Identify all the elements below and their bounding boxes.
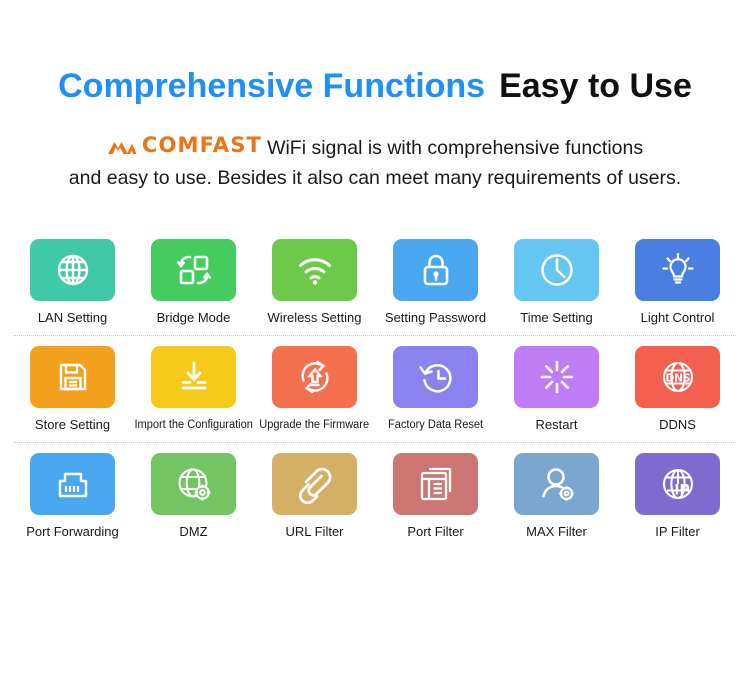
feature-label: Setting Password xyxy=(384,310,487,325)
feature-tile[interactable] xyxy=(151,453,236,515)
feature-grid: LAN Setting Bridge Mode Wireless Setting… xyxy=(0,239,750,549)
feature-label: MAX Filter xyxy=(526,524,587,539)
lightbulb-icon xyxy=(658,250,698,290)
feature-label: Factory Data Reset xyxy=(387,419,484,431)
ip-globe-icon: IP xyxy=(658,464,698,504)
feature-tile[interactable] xyxy=(272,453,357,515)
feature-item-url-filter[interactable]: URL Filter xyxy=(256,453,373,540)
feature-row-3: Port Forwarding DMZ URL Filter Port Filt… xyxy=(14,453,736,549)
upgrade-refresh-icon xyxy=(295,357,335,397)
feature-item-port-filter[interactable]: Port Filter xyxy=(377,453,494,540)
feature-tile[interactable] xyxy=(30,239,115,301)
feature-row-1: LAN Setting Bridge Mode Wireless Setting… xyxy=(14,239,736,336)
feature-row-2: Store Setting Import the Configuration U… xyxy=(14,346,736,443)
feature-item-restart[interactable]: Restart xyxy=(498,346,615,433)
feature-label: Upgrade the Firmware xyxy=(259,419,370,431)
feature-item-dmz[interactable]: DMZ xyxy=(135,453,252,540)
feature-label: Store Setting xyxy=(34,417,111,432)
feature-tile[interactable] xyxy=(393,453,478,515)
spinner-restart-icon xyxy=(537,357,577,397)
feature-item-time-setting[interactable]: Time Setting xyxy=(498,239,615,326)
feature-label: Port Forwarding xyxy=(26,524,119,539)
document-list-icon xyxy=(416,464,456,504)
feature-item-wireless-setting[interactable]: Wireless Setting xyxy=(256,239,373,326)
ethernet-port-icon xyxy=(53,464,93,504)
feature-tile[interactable] xyxy=(151,239,236,301)
feature-label: Wireless Setting xyxy=(267,310,362,325)
description-line-1: COMFAST WiFi signal is with comprehensiv… xyxy=(0,130,750,163)
feature-tile[interactable] xyxy=(272,346,357,408)
svg-text:DNS: DNS xyxy=(665,373,690,385)
feature-label: DMZ xyxy=(179,524,208,539)
feature-tile[interactable] xyxy=(514,346,599,408)
feature-tile[interactable]: IP xyxy=(635,453,720,515)
feature-tile[interactable] xyxy=(514,239,599,301)
comfast-mountain-logo-icon xyxy=(107,136,137,154)
feature-item-lan-setting[interactable]: LAN Setting xyxy=(14,239,131,326)
feature-label: Light Control xyxy=(640,310,715,325)
feature-item-max-filter[interactable]: MAX Filter xyxy=(498,453,615,540)
paperclip-link-icon xyxy=(295,464,335,504)
feature-tile[interactable] xyxy=(393,346,478,408)
feature-tile[interactable] xyxy=(30,346,115,408)
feature-label: Import the Configuration xyxy=(134,419,253,431)
feature-label: URL Filter xyxy=(285,524,344,539)
feature-label: Port Filter xyxy=(407,524,464,539)
clock-icon xyxy=(537,250,577,290)
lock-icon xyxy=(416,250,456,290)
globe-icon xyxy=(53,250,93,290)
feature-label: Bridge Mode xyxy=(156,310,231,325)
description-line-2: and easy to use. Besides it also can mee… xyxy=(68,167,682,189)
feature-item-port-forwarding[interactable]: Port Forwarding xyxy=(14,453,131,540)
feature-item-upgrade-firmware[interactable]: Upgrade the Firmware xyxy=(256,346,373,433)
feature-item-store-setting[interactable]: Store Setting xyxy=(14,346,131,433)
feature-tile[interactable] xyxy=(514,453,599,515)
globe-gear-icon xyxy=(174,464,214,504)
feature-label: Time Setting xyxy=(520,310,593,325)
wifi-icon xyxy=(295,250,335,290)
page-header: Comprehensive Functions Easy to Use COMFA… xyxy=(0,0,750,193)
clock-restore-icon xyxy=(416,357,456,397)
bridge-swap-icon xyxy=(174,250,214,290)
feature-item-factory-data-reset[interactable]: Factory Data Reset xyxy=(377,346,494,433)
feature-tile[interactable] xyxy=(272,239,357,301)
user-gear-icon xyxy=(537,464,577,504)
comfast-brand-name: COMFAST xyxy=(141,133,263,157)
page-title-plain: Easy to Use xyxy=(499,67,692,105)
feature-item-ddns[interactable]: DNS DDNS xyxy=(619,346,736,433)
comfast-brand-logo: COMFAST xyxy=(107,130,262,160)
description-text-1: WiFi signal is with comprehensive functi… xyxy=(267,137,644,159)
feature-tile[interactable] xyxy=(151,346,236,408)
feature-item-ip-filter[interactable]: IP IP Filter xyxy=(619,453,736,540)
feature-tile[interactable] xyxy=(30,453,115,515)
download-import-icon xyxy=(174,357,214,397)
feature-item-bridge-mode[interactable]: Bridge Mode xyxy=(135,239,252,326)
page-title: Comprehensive Functions Easy to Use xyxy=(0,64,750,108)
page-title-accent: Comprehensive Functions xyxy=(58,67,486,105)
page-description: COMFAST WiFi signal is with comprehensiv… xyxy=(0,130,750,193)
feature-tile[interactable]: DNS xyxy=(635,346,720,408)
feature-label: Restart xyxy=(535,417,578,432)
dns-globe-icon: DNS xyxy=(658,357,698,397)
feature-tile[interactable] xyxy=(635,239,720,301)
floppy-save-icon xyxy=(53,357,93,397)
feature-item-import-configuration[interactable]: Import the Configuration xyxy=(134,346,253,433)
svg-text:IP: IP xyxy=(674,483,689,499)
feature-item-light-control[interactable]: Light Control xyxy=(619,239,736,326)
feature-item-setting-password[interactable]: Setting Password xyxy=(377,239,494,326)
feature-label: DDNS xyxy=(659,417,696,432)
feature-label: IP Filter xyxy=(655,524,700,539)
feature-label: LAN Setting xyxy=(37,310,108,325)
feature-tile[interactable] xyxy=(393,239,478,301)
